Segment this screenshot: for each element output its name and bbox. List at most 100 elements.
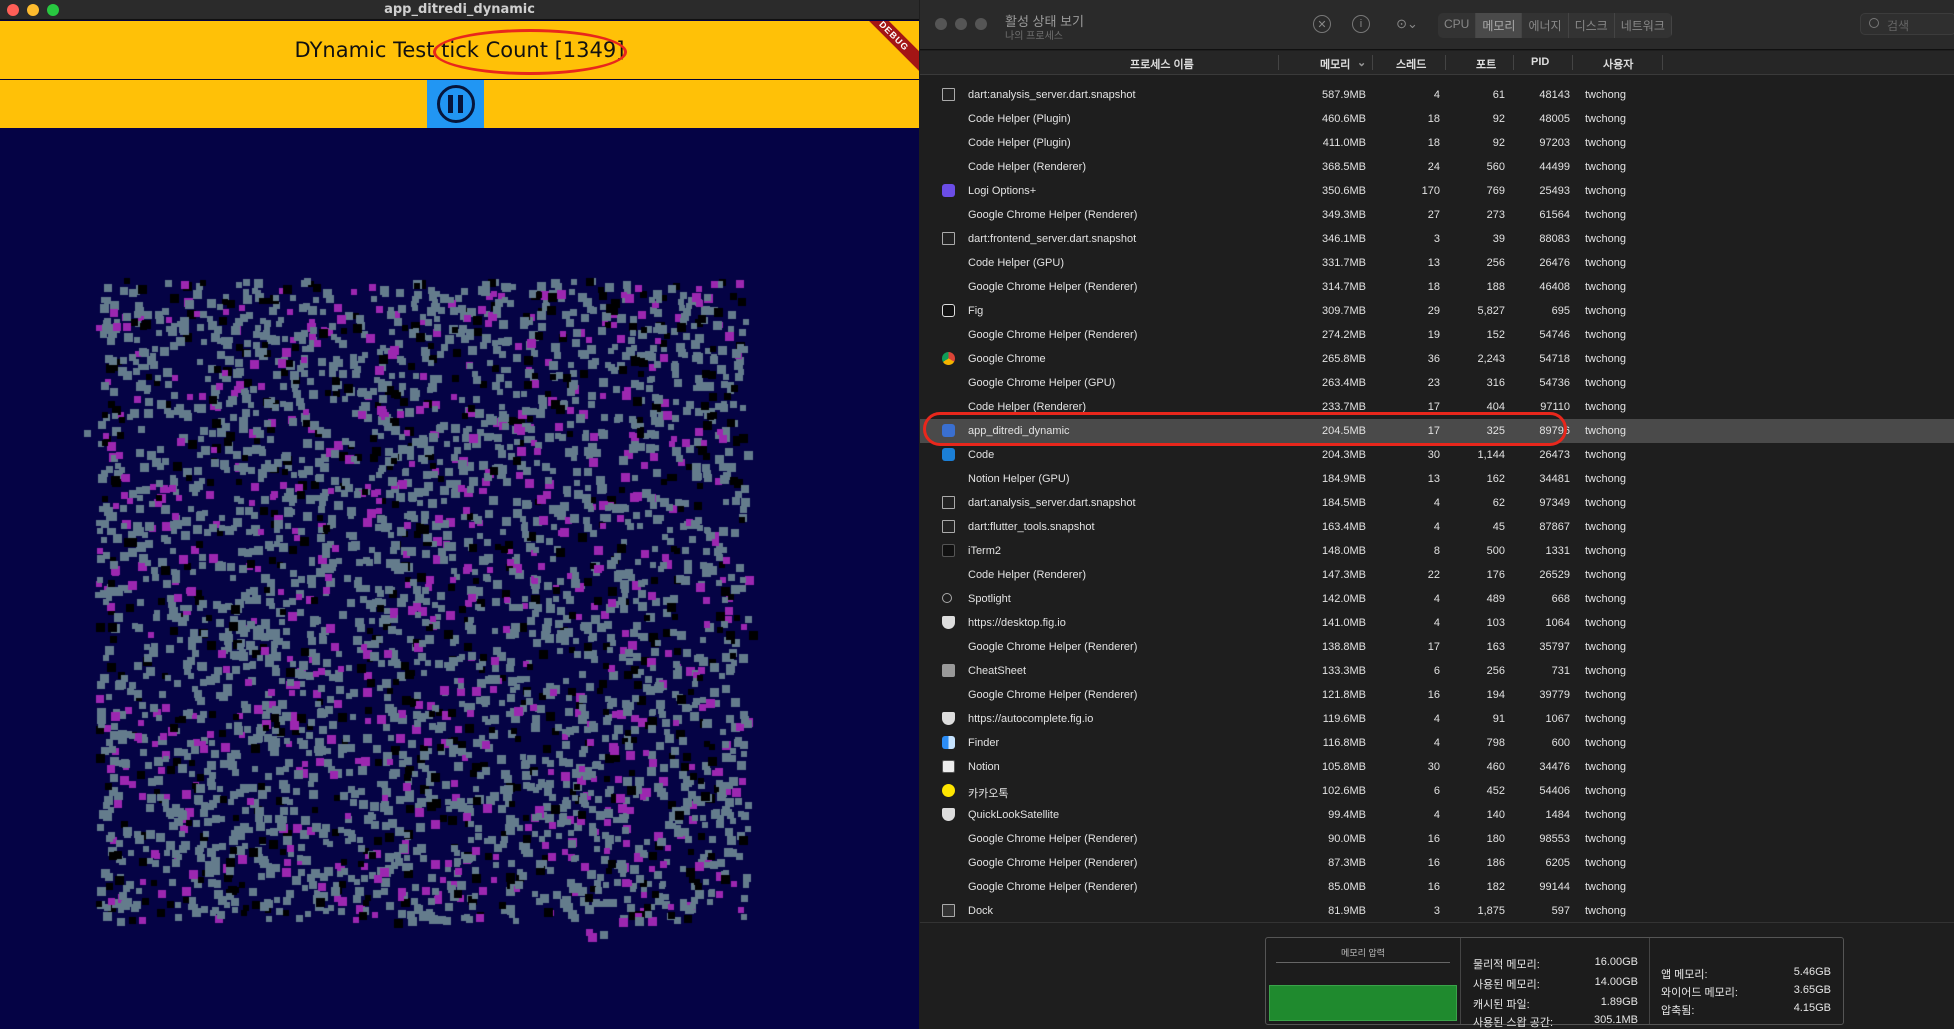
process-user: twchong [1585,545,1626,557]
close-window-button[interactable] [935,18,947,30]
process-row[interactable]: Finder 116.8MB 4 798 600 twchong [920,731,1954,755]
process-row[interactable]: https://desktop.fig.io 141.0MB 4 103 1064 twc… [920,611,1954,635]
process-ports: 5,827 [1477,305,1505,317]
process-row[interactable]: Code 204.3MB 30 1,144 26473 twchong [920,443,1954,467]
process-pid: 99144 [1539,881,1570,893]
process-pid: 97203 [1539,137,1570,149]
process-row[interactable]: CheatSheet 133.3MB 6 256 731 twchong [920,659,1954,683]
process-threads: 6 [1433,665,1440,677]
search-input[interactable]: 검색 [1860,13,1954,35]
process-row[interactable]: Code Helper (Renderer) 368.5MB 24 560 44499 t… [920,155,1954,179]
app-window-title: app_ditredi_dynamic [384,2,535,17]
process-row[interactable]: Google Chrome Helper (Renderer) 138.8MB 17… [920,635,1954,659]
process-row[interactable]: Code Helper (Renderer) 147.3MB 22 176 26529 t… [920,563,1954,587]
process-row[interactable]: Google Chrome Helper (Renderer) 87.3MB 16 1… [920,851,1954,875]
process-row[interactable]: Google Chrome Helper (Renderer) 90.0MB 16 1… [920,827,1954,851]
info-icon[interactable]: i [1352,15,1370,33]
control-bar [0,80,919,128]
sort-chevron-icon: ⌄ [1357,57,1367,69]
swap-used-label: 사용된 스왑 공간: [1473,1017,1554,1029]
process-row[interactable]: Code Helper (Plugin) 411.0MB 18 92 97203 twch… [920,131,1954,155]
process-memory: 184.9MB [1321,473,1366,485]
process-name: Finder [968,737,1000,749]
column-header-ports[interactable]: 포트 [1476,56,1496,72]
process-pid: 61564 [1539,209,1570,221]
process-user: twchong [1585,881,1626,893]
process-pid: 1064 [1545,617,1570,629]
process-row[interactable]: Google Chrome 265.8MB 36 2,243 54718 twchong [920,347,1954,371]
process-memory: 263.4MB [1321,377,1366,389]
process-row[interactable]: Google Chrome Helper (Renderer) 85.0MB 16 1… [920,875,1954,899]
process-threads: 16 [1427,881,1440,893]
process-memory: 309.7MB [1321,305,1366,317]
column-header-pid[interactable]: PID [1531,56,1549,68]
process-row[interactable]: Google Chrome Helper (Renderer) 121.8MB 16… [920,683,1954,707]
process-threads: 4 [1433,89,1440,101]
process-row[interactable]: dart:analysis_server.dart.snapshot 587.9M… [920,83,1954,107]
column-header-threads[interactable]: 스레드 [1396,56,1426,72]
process-pid: 26473 [1539,449,1570,461]
process-threads: 27 [1427,209,1440,221]
process-row[interactable]: Code Helper (GPU) 331.7MB 13 256 26476 twchon… [920,251,1954,275]
process-row[interactable]: Google Chrome Helper (Renderer) 349.3MB 27… [920,203,1954,227]
app-memory-value: 5.46GB [1793,966,1831,978]
tab-network[interactable]: 네트워크 [1615,13,1672,38]
process-row[interactable]: Google Chrome Helper (Renderer) 314.7MB 18… [920,275,1954,299]
process-row[interactable]: dart:analysis_server.dart.snapshot 184.5M… [920,491,1954,515]
zoom-window-button[interactable] [975,18,987,30]
column-header-memory[interactable]: 메모리 [1320,56,1350,72]
wired-memory-label: 와이어드 메모리: [1661,987,1738,999]
process-pid: 1331 [1545,545,1570,557]
tab-disk[interactable]: 디스크 [1569,13,1615,38]
process-row[interactable]: dart:flutter_tools.snapshot 163.4MB 4 45 878… [920,515,1954,539]
tab-cpu[interactable]: CPU [1438,13,1477,38]
process-memory: 184.5MB [1321,497,1366,509]
process-user: twchong [1585,425,1626,437]
process-row[interactable]: iTerm2 148.0MB 8 500 1331 twchong [920,539,1954,563]
process-memory: 99.4MB [1328,809,1366,821]
vscode-icon [942,448,955,461]
pause-button[interactable] [427,80,484,128]
process-memory: 105.8MB [1321,761,1366,773]
process-row[interactable]: Logi Options+ 350.6MB 170 769 25493 twchong [920,179,1954,203]
process-row[interactable]: Google Chrome Helper (GPU) 263.4MB 23 316 54… [920,371,1954,395]
process-name: Google Chrome Helper (Renderer) [968,281,1138,293]
app-bar: DYnamic Test tick Count [1349] DEBUG [0,21,919,79]
action-menu-icon[interactable]: ⊙⌄ [1392,15,1422,33]
process-threads: 3 [1433,233,1440,245]
process-name: CheatSheet [968,665,1027,677]
tab-memory[interactable]: 메모리 [1476,13,1523,38]
process-pid: 25493 [1539,185,1570,197]
process-memory: 350.6MB [1321,185,1366,197]
process-ports: 1,875 [1477,905,1505,917]
process-memory: 81.9MB [1328,905,1366,917]
process-row[interactable]: 카카오톡 102.6MB 6 452 54406 twchong [920,779,1954,803]
process-row[interactable]: Spotlight 142.0MB 4 489 668 twchong [920,587,1954,611]
process-threads: 4 [1433,737,1440,749]
process-row[interactable]: Notion 105.8MB 30 460 34476 twchong [920,755,1954,779]
process-row[interactable]: dart:frontend_server.dart.snapshot 346.1M… [920,227,1954,251]
process-pid: 695 [1551,305,1570,317]
process-row[interactable]: Google Chrome Helper (Renderer) 274.2MB 19… [920,323,1954,347]
stop-process-icon[interactable]: ✕ [1313,15,1331,33]
process-threads: 170 [1421,185,1440,197]
process-pid: 87867 [1539,521,1570,533]
minimize-window-button[interactable] [955,18,967,30]
column-header-name[interactable]: 프로세스 이름 [1130,56,1194,72]
process-row[interactable]: Dock 81.9MB 3 1,875 597 twchong [920,899,1954,923]
process-row[interactable]: Notion Helper (GPU) 184.9MB 13 162 34481 twch… [920,467,1954,491]
app-titlebar: app_ditredi_dynamic [0,0,919,20]
process-threads: 18 [1427,113,1440,125]
terminal-icon [942,88,955,101]
process-name: Notion Helper (GPU) [968,473,1070,485]
process-user: twchong [1585,569,1626,581]
process-row[interactable]: https://autocomplete.fig.io 119.6MB 4 91 106… [920,707,1954,731]
column-header-user[interactable]: 사용자 [1603,56,1633,72]
tab-energy[interactable]: 에너지 [1522,13,1569,38]
process-ports: 61 [1492,89,1505,101]
process-user: twchong [1585,809,1626,821]
process-row[interactable]: QuickLookSatellite 99.4MB 4 140 1484 twchong [920,803,1954,827]
process-row[interactable]: Fig 309.7MB 29 5,827 695 twchong [920,299,1954,323]
process-pid: 54406 [1539,785,1570,797]
process-row[interactable]: Code Helper (Plugin) 460.6MB 18 92 48005 twch… [920,107,1954,131]
